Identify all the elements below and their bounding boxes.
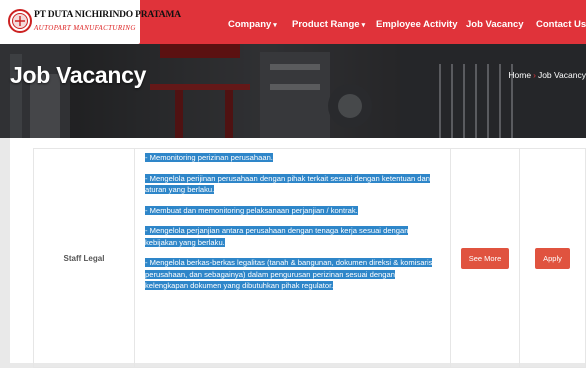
chevron-down-icon: ▾	[273, 22, 277, 29]
breadcrumb-current: Job Vacancy	[537, 70, 586, 80]
nav-item-employee-activity[interactable]: Employee Activity	[376, 19, 457, 30]
job-description: - Memonitoring perizinan perusahaan. - M…	[134, 148, 451, 368]
description-line: - Mengelola berkas-berkas legalitas (tan…	[145, 258, 433, 290]
page-title: Job Vacancy	[10, 62, 147, 88]
breadcrumb-separator: ›	[533, 70, 536, 80]
vacancy-card: Staff Legal - Memonitoring perizinan per…	[10, 138, 586, 368]
description-line: - Mengelola perijinan perusahaan dengan …	[145, 173, 430, 194]
main-menu: Company ▾ Product Range ▾ Employee Activit…	[0, 0, 586, 44]
page-header-banner: Job Vacancy Home › Job Vacancy	[0, 44, 586, 138]
see-more-cell: See More	[450, 148, 520, 368]
nav-item-contact-us[interactable]: Contact Us	[536, 19, 586, 30]
see-more-button[interactable]: See More	[460, 247, 510, 269]
vacancy-table: Staff Legal - Memonitoring perizinan per…	[33, 148, 586, 368]
table-row: Staff Legal - Memonitoring perizinan per…	[33, 148, 586, 368]
content-area: Staff Legal - Memonitoring perizinan per…	[0, 138, 586, 368]
top-navbar: PT DUTA NICHIRINDO PRATAMA AUTOPART MANU…	[0, 0, 586, 44]
breadcrumb-home-link[interactable]: Home	[508, 70, 531, 80]
chevron-down-icon: ▾	[361, 22, 366, 29]
nav-item-product-range[interactable]: Product Range ▾	[292, 19, 365, 30]
factory-background-image	[0, 44, 586, 138]
description-line: - Memonitoring perizinan perusahaan.	[145, 153, 273, 162]
description-line: - Membuat dan memonitoring pelaksanaan p…	[145, 205, 358, 215]
breadcrumb: Home › Job Vacancy	[508, 70, 586, 80]
nav-item-company[interactable]: Company ▾	[228, 19, 277, 30]
apply-cell: Apply	[519, 148, 586, 368]
nav-item-job-vacancy[interactable]: Job Vacancy	[466, 19, 524, 30]
job-title: Staff Legal	[33, 148, 135, 368]
description-line: - Mengelola perjanjian antara perusahaan…	[145, 226, 409, 247]
apply-button[interactable]: Apply	[535, 247, 570, 269]
